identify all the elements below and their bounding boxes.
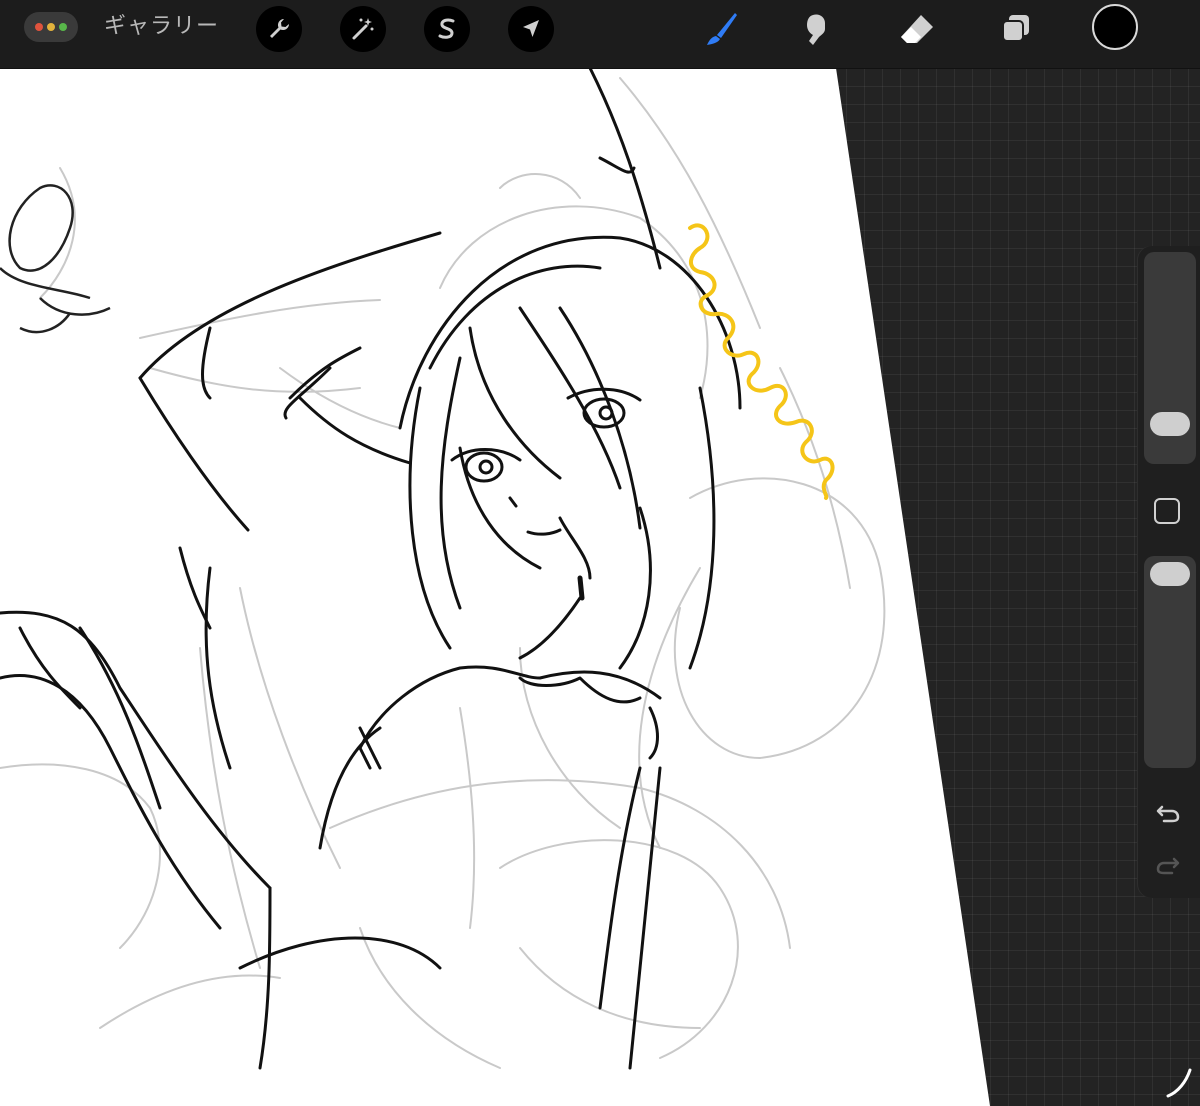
adjustments-button[interactable] [340, 6, 386, 52]
actions-button[interactable] [256, 6, 302, 52]
selection-button[interactable] [424, 6, 470, 52]
smudge-tool-button[interactable] [792, 4, 842, 54]
transform-button[interactable] [508, 6, 554, 52]
side-bar [1138, 246, 1200, 898]
opacity-slider[interactable] [1144, 556, 1196, 768]
modify-button[interactable] [1154, 498, 1180, 524]
magic-wand-icon [352, 18, 374, 40]
layers-button[interactable] [990, 4, 1040, 54]
brush-icon [707, 13, 737, 45]
redo-icon [1156, 857, 1180, 875]
yellow-dot-icon [47, 23, 55, 31]
opacity-thumb[interactable] [1150, 562, 1190, 586]
menu-dots-button[interactable] [24, 12, 78, 42]
drawing-canvas[interactable] [0, 68, 1200, 1106]
undo-icon [1156, 805, 1180, 823]
arrow-cursor-icon [523, 20, 539, 37]
eraser-tool-button[interactable] [892, 4, 942, 54]
undo-button[interactable] [1150, 798, 1186, 828]
layers-icon [1002, 15, 1029, 42]
selection-s-icon [438, 18, 455, 39]
red-dot-icon [35, 23, 43, 31]
green-dot-icon [59, 23, 67, 31]
eraser-icon [901, 15, 933, 43]
canvas-paper [0, 68, 990, 1106]
smudge-icon [807, 14, 825, 46]
brush-size-slider[interactable] [1144, 252, 1196, 464]
gallery-button[interactable]: ギャラリー [104, 10, 219, 44]
redo-button[interactable] [1150, 850, 1186, 880]
quick-stroke-icon[interactable] [1164, 1066, 1194, 1100]
wrench-icon [270, 18, 290, 38]
brush-tool-button[interactable] [696, 4, 746, 54]
brush-size-thumb[interactable] [1150, 412, 1190, 436]
top-toolbar: ギャラリー [0, 0, 1200, 69]
color-picker-button[interactable] [1092, 4, 1138, 50]
